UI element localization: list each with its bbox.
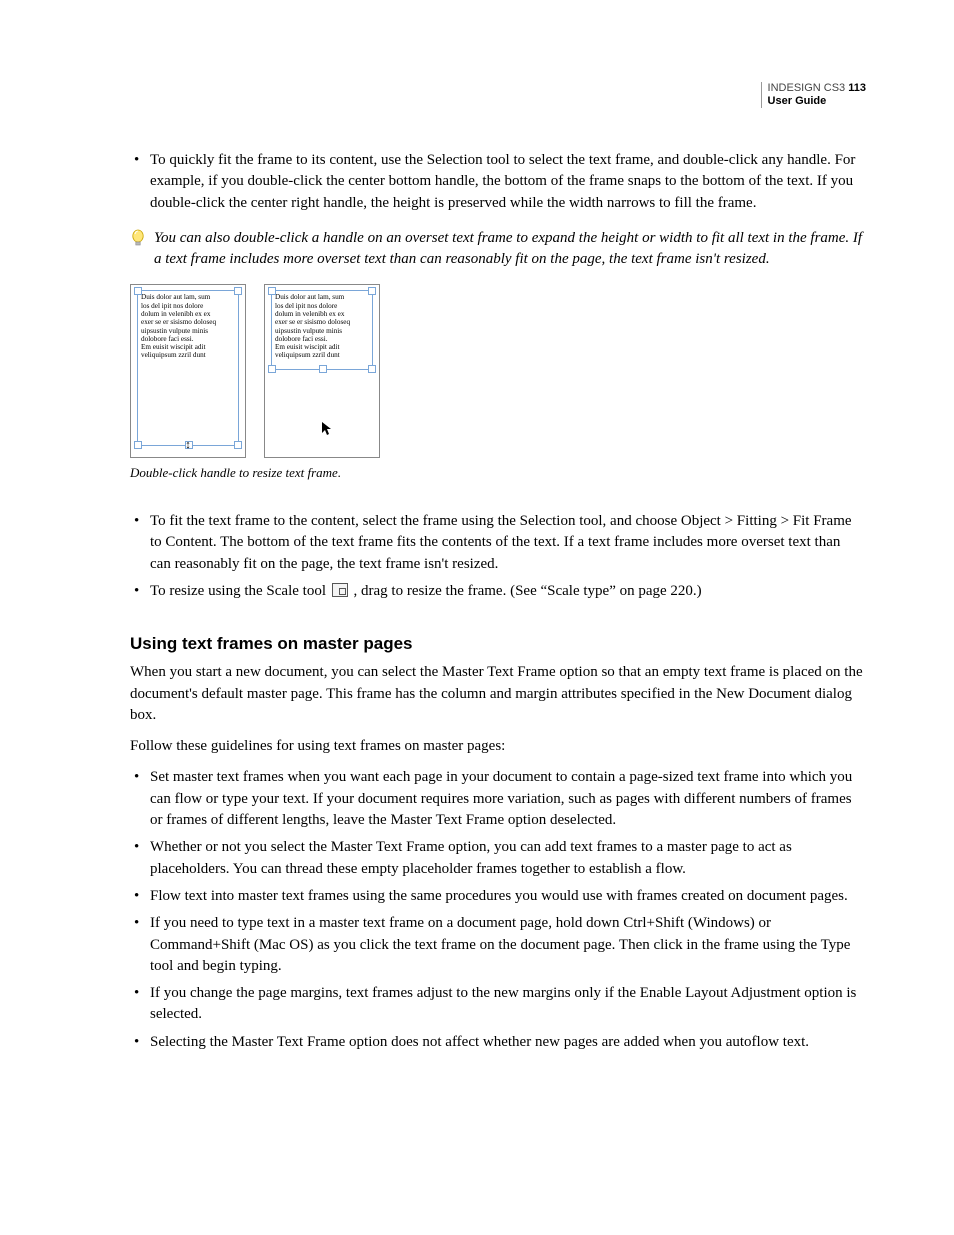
list-item: To fit the text frame to the content, se… bbox=[130, 511, 864, 575]
list-item: Set master text frames when you want eac… bbox=[130, 767, 864, 831]
bullet-text: To quickly fit the frame to its content,… bbox=[150, 152, 855, 211]
bullet-text: If you need to type text in a master tex… bbox=[150, 915, 850, 974]
bullet-text-post: , drag to resize the frame. (See “Scale … bbox=[350, 583, 702, 599]
list-item: Flow text into master text frames using … bbox=[130, 886, 864, 907]
bullet-text: If you change the page margins, text fra… bbox=[150, 985, 856, 1022]
tip-text: You can also double-click a handle on an… bbox=[154, 228, 864, 271]
list-item: To quickly fit the frame to its content,… bbox=[130, 150, 864, 214]
section-intro-2: Follow these guidelines for using text f… bbox=[130, 736, 864, 757]
bullet-text: Whether or not you select the Master Tex… bbox=[150, 839, 792, 876]
guide-label: User Guide bbox=[768, 95, 827, 107]
figure-caption: Double-click handle to resize text frame… bbox=[130, 464, 864, 482]
scale-tool-icon bbox=[332, 583, 348, 597]
product-name: INDESIGN CS3 bbox=[768, 82, 846, 94]
running-header: INDESIGN CS3 113 User Guide bbox=[761, 82, 866, 108]
list-item: If you change the page margins, text fra… bbox=[130, 983, 864, 1026]
lorem-text: Duis dolor aut lam, sum los del ipit nos… bbox=[275, 293, 369, 359]
list-item: To resize using the Scale tool , drag to… bbox=[130, 581, 864, 602]
page-number: 113 bbox=[848, 82, 866, 94]
lorem-text: Duis dolor aut lam, sum los del ipit nos… bbox=[141, 293, 235, 359]
bullet-text: Selecting the Master Text Frame option d… bbox=[150, 1034, 809, 1050]
section-heading: Using text frames on master pages bbox=[130, 632, 864, 656]
list-item: If you need to type text in a master tex… bbox=[130, 913, 864, 977]
bullet-text: To fit the text frame to the content, se… bbox=[150, 513, 852, 572]
section-intro: When you start a new document, you can s… bbox=[130, 662, 864, 726]
bullet-text-pre: To resize using the Scale tool bbox=[150, 583, 330, 599]
bullet-text: Set master text frames when you want eac… bbox=[150, 769, 852, 828]
tip-callout: You can also double-click a handle on an… bbox=[130, 228, 864, 271]
figure-frame-before: Duis dolor aut lam, sum los del ipit nos… bbox=[130, 284, 246, 458]
bullet-list-top: To quickly fit the frame to its content,… bbox=[130, 150, 864, 214]
resize-arrow-icon: ↕ bbox=[185, 440, 191, 451]
bullet-list-middle: To fit the text frame to the content, se… bbox=[130, 511, 864, 602]
bullet-list-section: Set master text frames when you want eac… bbox=[130, 767, 864, 1053]
figure: Duis dolor aut lam, sum los del ipit nos… bbox=[130, 284, 864, 458]
bullet-text: Flow text into master text frames using … bbox=[150, 888, 848, 904]
list-item: Selecting the Master Text Frame option d… bbox=[130, 1032, 864, 1053]
cursor-icon bbox=[321, 421, 333, 444]
lightbulb-icon bbox=[130, 229, 146, 256]
list-item: Whether or not you select the Master Tex… bbox=[130, 837, 864, 880]
figure-frame-after: Duis dolor aut lam, sum los del ipit nos… bbox=[264, 284, 380, 458]
